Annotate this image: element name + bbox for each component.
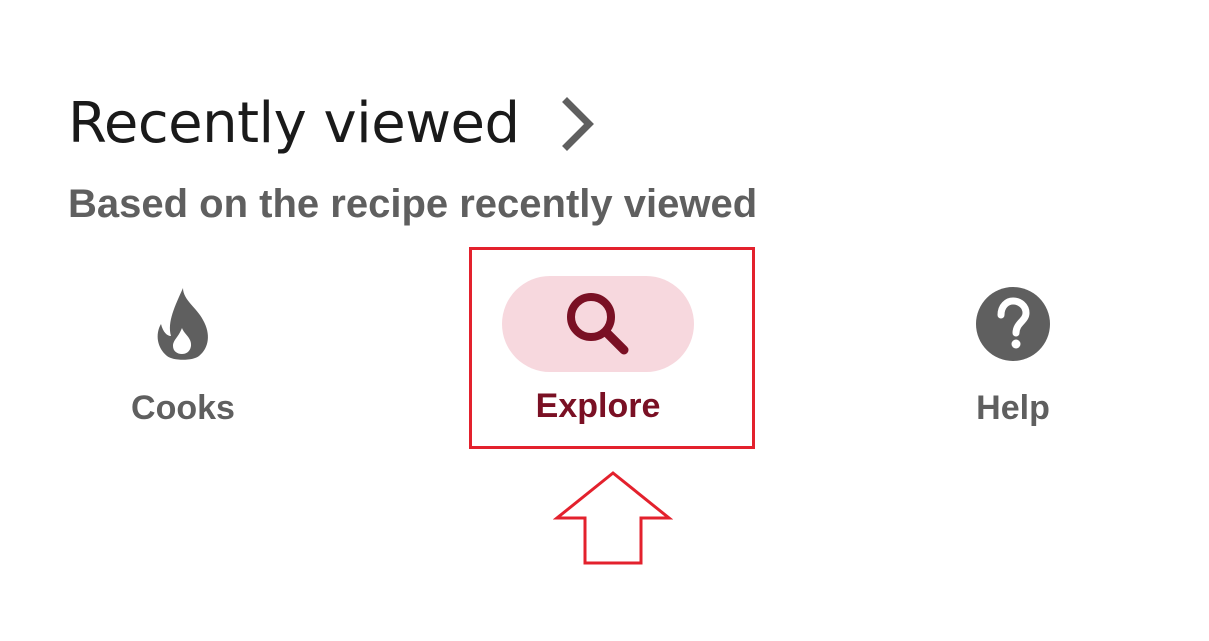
nav-item-help[interactable]: Help xyxy=(938,284,1088,428)
nav-label-help: Help xyxy=(976,389,1050,427)
search-icon xyxy=(562,288,634,360)
arrow-up-icon xyxy=(553,471,673,565)
nav-label-cooks: Cooks xyxy=(131,389,235,427)
chevron-right-icon[interactable] xyxy=(558,94,598,154)
selected-indicator-pill xyxy=(502,276,694,372)
section-title: Recently viewed xyxy=(68,91,520,156)
flame-icon xyxy=(143,284,223,364)
nav-label-explore: Explore xyxy=(535,387,661,425)
help-icon xyxy=(973,284,1053,364)
nav-item-cooks[interactable]: Cooks xyxy=(108,284,258,428)
nav-item-explore[interactable]: Explore xyxy=(502,276,694,426)
section-header[interactable]: Recently viewed xyxy=(68,88,598,160)
section-subtitle: Based on the recipe recently viewed xyxy=(68,182,758,226)
